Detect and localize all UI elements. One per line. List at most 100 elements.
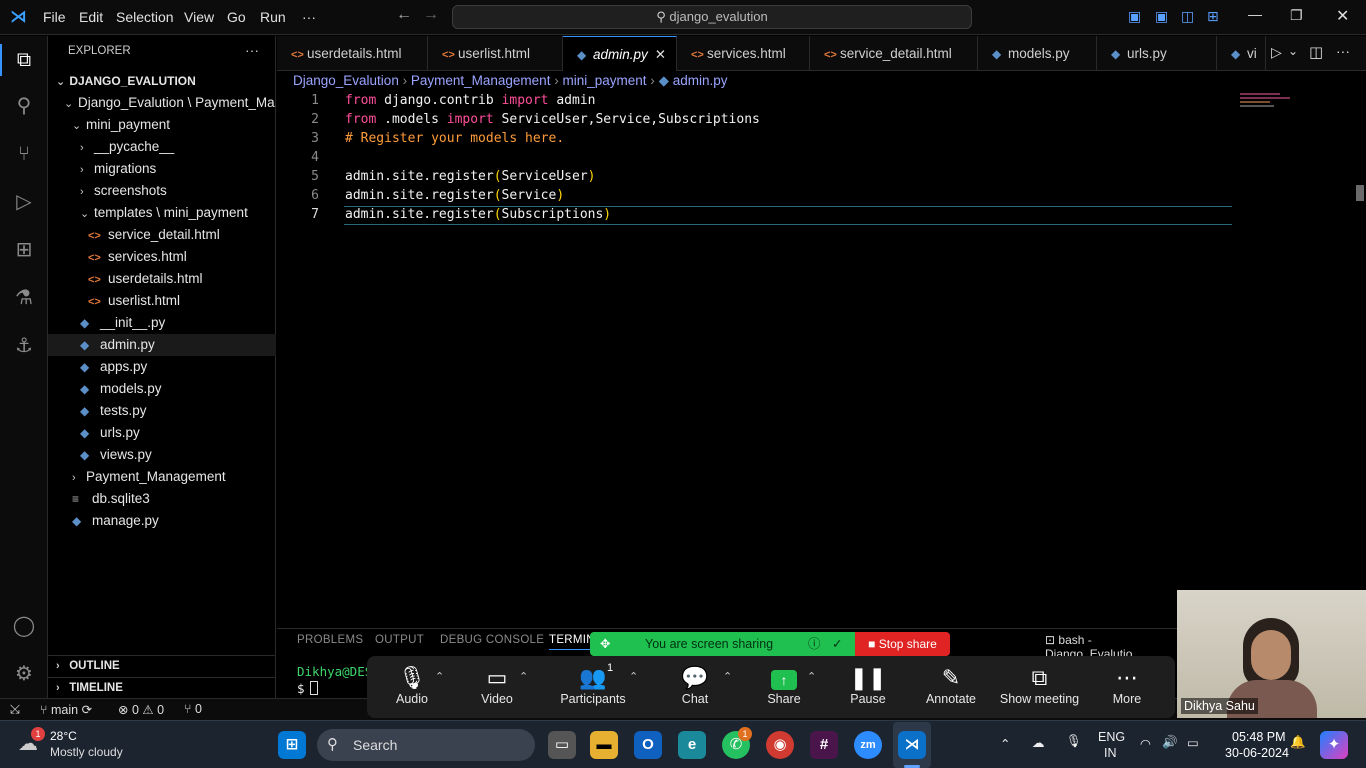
menu-selection[interactable]: Selection bbox=[116, 9, 174, 25]
folder-item[interactable]: ⌄ templates \ mini_payment bbox=[48, 202, 276, 224]
tab-problems[interactable]: PROBLEMS bbox=[297, 634, 363, 646]
manage-gear-icon[interactable]: ⚙ bbox=[12, 662, 36, 686]
chevron-up-icon[interactable]: ⌃ bbox=[723, 670, 732, 683]
problems-indicator[interactable]: ⊗ 0 ⚠ 0 bbox=[118, 702, 164, 717]
code-line[interactable]: from .models import ServiceUser,Service,… bbox=[345, 112, 760, 127]
outline-section[interactable]: › OUTLINE bbox=[48, 655, 276, 677]
copilot-icon[interactable]: ✦ bbox=[1320, 731, 1348, 759]
chevron-up-icon[interactable]: ⌃ bbox=[519, 670, 528, 683]
file-item[interactable]: <> services.html bbox=[48, 246, 276, 268]
toggle-panel-icon[interactable]: ▣ bbox=[1155, 8, 1168, 25]
tab-py-file[interactable]: ◆ vi bbox=[1217, 36, 1266, 71]
volume-icon[interactable]: 🔊 bbox=[1162, 735, 1178, 750]
tab-py-file[interactable]: ◆ urls.py bbox=[1097, 36, 1217, 71]
notification-bell-icon[interactable]: 🔔 bbox=[1290, 735, 1306, 750]
timeline-section[interactable]: › TIMELINE bbox=[48, 677, 276, 699]
file-item[interactable]: ◆ apps.py bbox=[48, 356, 276, 378]
folder-item[interactable]: › Payment_Management bbox=[48, 466, 276, 488]
battery-icon[interactable]: ▭ bbox=[1187, 735, 1199, 750]
menu-run[interactable]: Run bbox=[260, 9, 286, 25]
tab-output[interactable]: OUTPUT bbox=[375, 634, 424, 646]
file-item[interactable]: ◆ admin.py bbox=[48, 334, 276, 356]
file-item[interactable]: ◆ views.py bbox=[48, 444, 276, 466]
remote-icon[interactable]: ⤩ bbox=[10, 702, 20, 717]
forward-arrow-icon[interactable]: → bbox=[423, 6, 439, 24]
breadcrumb-item[interactable]: Django_Evalution bbox=[293, 73, 399, 88]
anchor-icon[interactable]: ⚓ bbox=[12, 334, 36, 358]
screen-sharing-banner[interactable]: ✥ You are screen sharing ⓘ ✓ bbox=[590, 632, 855, 656]
breadcrumb-item[interactable]: mini_payment bbox=[562, 73, 646, 88]
chevron-up-icon[interactable]: ⌃ bbox=[435, 670, 444, 683]
tab-py-file[interactable]: ◆ models.py bbox=[978, 36, 1097, 71]
folder-item[interactable]: › screenshots bbox=[48, 180, 276, 202]
task-view-icon[interactable]: ▭ bbox=[548, 731, 576, 759]
editor-scrollbar[interactable] bbox=[1356, 185, 1364, 201]
command-center-search[interactable]: ⚲ django_evalution bbox=[452, 5, 972, 29]
menu-file[interactable]: File bbox=[43, 9, 66, 25]
chevron-up-icon[interactable]: ⌃ bbox=[807, 670, 816, 683]
zoom-app-icon[interactable]: zm bbox=[854, 731, 882, 759]
close-window-icon[interactable]: ✕ bbox=[1336, 6, 1349, 26]
customize-layout-icon[interactable]: ⊞ bbox=[1207, 8, 1219, 25]
terminal-cursor[interactable] bbox=[310, 681, 318, 695]
folder-item[interactable]: ⌄ Django_Evalution \ Payment_Ma... bbox=[48, 92, 276, 114]
chrome-icon[interactable]: ◉ bbox=[766, 731, 794, 759]
file-item[interactable]: ◆ models.py bbox=[48, 378, 276, 400]
file-item[interactable]: <> userlist.html bbox=[48, 290, 276, 312]
file-item[interactable]: ≡ db.sqlite3 bbox=[48, 488, 276, 510]
tab-html-file[interactable]: <> services.html bbox=[677, 36, 810, 71]
menu-go[interactable]: Go bbox=[227, 9, 246, 25]
more-button[interactable]: ⋯ More bbox=[1102, 664, 1152, 706]
tab-py-file[interactable]: ◆ admin.py ✕ bbox=[563, 36, 677, 71]
tab-html-file[interactable]: <> service_detail.html bbox=[810, 36, 978, 71]
edge-browser-icon[interactable]: e bbox=[678, 731, 706, 759]
video-button[interactable]: ▭ Video bbox=[472, 664, 522, 706]
code-line[interactable]: admin.site.register(Service) bbox=[345, 188, 564, 203]
breadcrumb-item[interactable]: Payment_Management bbox=[411, 73, 551, 88]
code-line[interactable]: from django.contrib import admin bbox=[345, 93, 595, 108]
accounts-icon[interactable]: ◯ bbox=[12, 614, 36, 638]
extensions-icon[interactable]: ⊞ bbox=[12, 238, 36, 262]
audio-button[interactable]: 🎙 Audio bbox=[387, 664, 437, 706]
share-button[interactable]: ↑ Share bbox=[759, 664, 809, 706]
testing-icon[interactable]: ⚗ bbox=[12, 286, 36, 310]
code-line[interactable]: # Register your models here. bbox=[345, 131, 564, 146]
folder-item[interactable]: › migrations bbox=[48, 158, 276, 180]
breadcrumb-item[interactable]: admin.py bbox=[673, 73, 728, 88]
chevron-down-icon[interactable]: ⌄ bbox=[1288, 44, 1298, 58]
branch-indicator[interactable]: ⑂ main ⟳ bbox=[40, 702, 92, 717]
ports-indicator[interactable]: ⑂ 0 bbox=[184, 702, 202, 716]
file-explorer-icon[interactable]: ▬ bbox=[590, 731, 618, 759]
close-tab-icon[interactable]: ✕ bbox=[655, 37, 666, 72]
explorer-icon[interactable]: ⧉ bbox=[12, 48, 36, 72]
microphone-tray-icon[interactable]: 🎙 bbox=[1066, 734, 1082, 749]
taskbar-search[interactable]: ⚲ Search bbox=[317, 729, 535, 761]
folder-item[interactable]: › __pycache__ bbox=[48, 136, 276, 158]
pause-button[interactable]: ❚❚ Pause bbox=[843, 664, 893, 706]
language-ime[interactable]: ENG bbox=[1098, 730, 1125, 744]
tab-debug-console[interactable]: DEBUG CONSOLE bbox=[440, 634, 544, 646]
menu-edit[interactable]: Edit bbox=[79, 9, 103, 25]
show-meeting-button[interactable]: ⧉ Show meeting bbox=[997, 664, 1082, 706]
restore-icon[interactable]: ❐ bbox=[1290, 7, 1303, 24]
code-editor[interactable]: 1 from django.contrib import admin 2 from .… bbox=[277, 92, 1232, 622]
toggle-secondary-sidebar-icon[interactable]: ◫ bbox=[1181, 8, 1194, 25]
outlook-icon[interactable]: O bbox=[634, 731, 662, 759]
explorer-more-button[interactable]: ··· bbox=[245, 42, 259, 58]
folder-item[interactable]: ⌄ mini_payment bbox=[48, 114, 276, 136]
menu-more[interactable]: ··· bbox=[302, 9, 316, 25]
stop-share-button[interactable]: ■ Stop share bbox=[855, 632, 950, 656]
vscode-taskbar-icon[interactable]: ⋊ bbox=[898, 731, 926, 759]
chat-button[interactable]: 💬 Chat bbox=[670, 664, 720, 706]
file-item[interactable]: ◆ tests.py bbox=[48, 400, 276, 422]
editor-more-icon[interactable]: ··· bbox=[1336, 43, 1350, 59]
search-view-icon[interactable]: ⚲ bbox=[12, 94, 36, 118]
file-item[interactable]: ◆ __init__.py bbox=[48, 312, 276, 334]
show-hidden-icons-icon[interactable]: ⌃ bbox=[1000, 736, 1010, 751]
participants-button[interactable]: 👥 Participants bbox=[557, 664, 629, 706]
cloud-off-icon[interactable]: ☁ bbox=[1032, 735, 1045, 750]
clock-date[interactable]: 30-06-2024 bbox=[1225, 746, 1289, 760]
code-line[interactable]: admin.site.register(ServiceUser) bbox=[345, 169, 595, 184]
workspace-root[interactable]: ⌄ DJANGO_EVALUTION bbox=[48, 70, 276, 92]
source-control-icon[interactable]: ⑂ bbox=[12, 142, 36, 166]
